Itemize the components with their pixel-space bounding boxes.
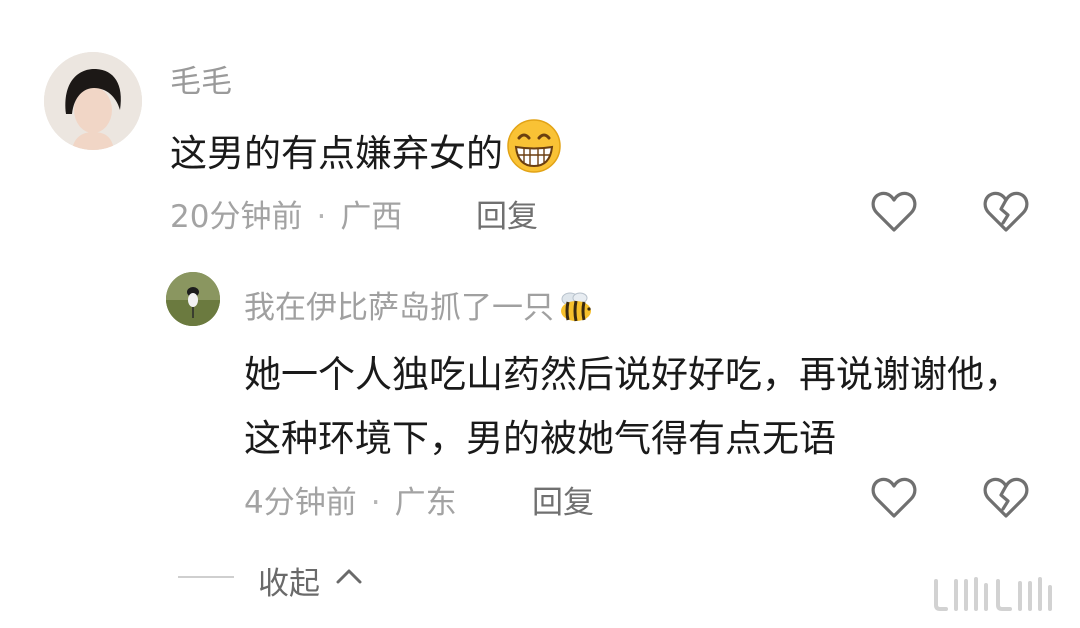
collapse-button[interactable]: 收起 bbox=[258, 558, 320, 603]
username[interactable]: 毛毛 bbox=[170, 56, 232, 101]
collapse-divider bbox=[178, 576, 234, 578]
avatar[interactable] bbox=[44, 52, 142, 150]
reply-button[interactable]: 回复 bbox=[476, 191, 538, 236]
broken-heart-icon bbox=[983, 191, 1029, 232]
reply-timestamp: 4分钟前 bbox=[244, 485, 357, 521]
separator: · bbox=[316, 199, 327, 235]
chevron-up-icon[interactable] bbox=[335, 566, 363, 590]
like-button[interactable] bbox=[871, 190, 917, 238]
bee-emoji bbox=[556, 290, 596, 332]
reply-dislike-button[interactable] bbox=[983, 476, 1029, 524]
reply-avatar[interactable] bbox=[166, 272, 220, 326]
dislike-button[interactable] bbox=[983, 190, 1029, 238]
reply-meta: 4分钟前 · 广东 bbox=[244, 477, 457, 522]
heart-outline-icon bbox=[871, 477, 917, 518]
reply-username[interactable]: 我在伊比萨岛抓了一只 bbox=[244, 282, 596, 332]
watermark-logo bbox=[930, 575, 1062, 619]
heart-outline-icon bbox=[871, 191, 917, 232]
location: 广西 bbox=[340, 199, 403, 235]
reply-text: 她一个人独吃山药然后说好好吃，再说谢谢他，这种环境下，男的被她气得有点无语 bbox=[244, 353, 1021, 460]
separator: · bbox=[370, 485, 381, 521]
reply-username-text: 我在伊比萨岛抓了一只 bbox=[244, 290, 554, 326]
timestamp: 20分钟前 bbox=[170, 199, 303, 235]
comment-meta: 20分钟前 · 广西 bbox=[170, 191, 402, 236]
comment-text: 这男的有点嫌弃女的 bbox=[170, 118, 563, 183]
broken-heart-icon bbox=[983, 477, 1029, 518]
grinning-face-emoji bbox=[505, 118, 563, 183]
reply-location: 广东 bbox=[394, 485, 457, 521]
reply-like-button[interactable] bbox=[871, 476, 917, 524]
reply-reply-button[interactable]: 回复 bbox=[532, 477, 594, 522]
comment-body: 这男的有点嫌弃女的 bbox=[170, 132, 503, 175]
